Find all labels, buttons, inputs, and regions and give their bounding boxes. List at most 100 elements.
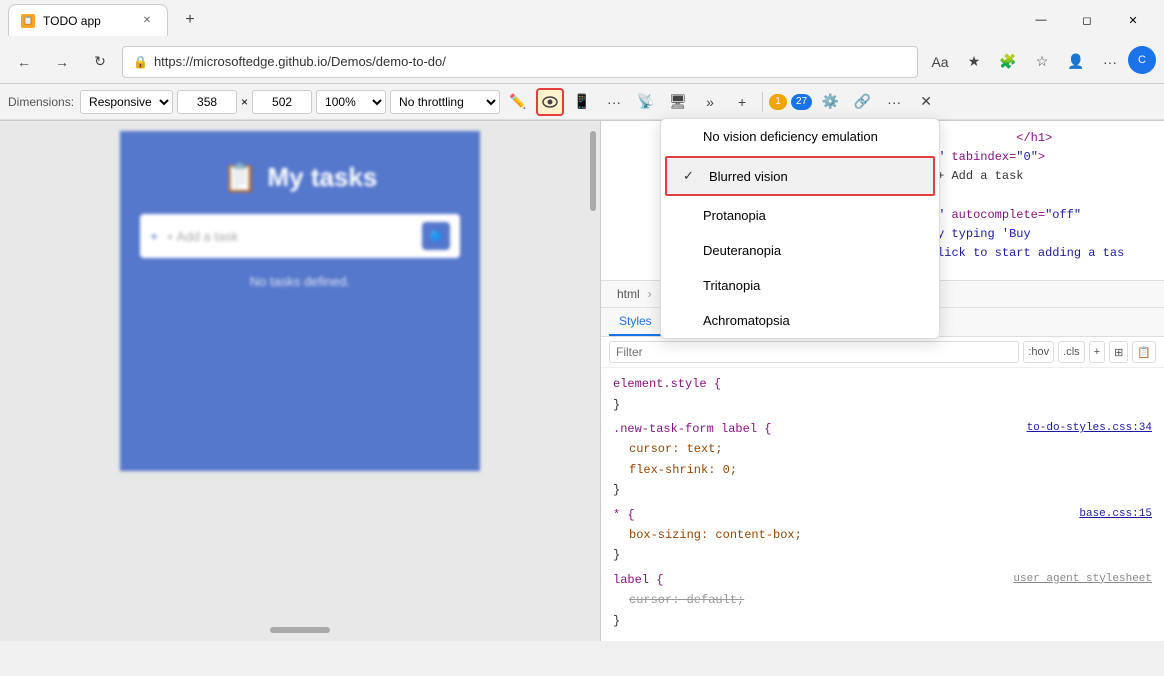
height-input[interactable] xyxy=(252,90,312,114)
vision-item-no-deficiency[interactable]: No vision deficiency emulation xyxy=(661,119,939,154)
broadcast-button[interactable]: 📡 xyxy=(632,88,660,116)
vision-item-blurred[interactable]: ✓ Blurred vision xyxy=(665,156,935,196)
filter-bar: :hov .cls + ⊞ 📋 xyxy=(601,337,1164,368)
address-text: https://microsoftedge.github.io/Demos/de… xyxy=(154,54,446,69)
vision-label-protanopia: Protanopia xyxy=(703,208,923,223)
warning-badge: 1 xyxy=(769,94,787,110)
address-bar: ← → ↻ 🔒 https://microsoftedge.github.io/… xyxy=(0,40,1164,84)
title-bar: 📋 TODO app ✕ + — ◻ ✕ xyxy=(0,0,1164,40)
device-emulation-button[interactable]: 📱 xyxy=(568,88,596,116)
read-aloud-button[interactable]: Aa xyxy=(924,46,956,78)
vision-label-tritanopia: Tritanopia xyxy=(703,278,923,293)
maximize-button[interactable]: ◻ xyxy=(1064,0,1110,40)
new-tab-button[interactable]: + xyxy=(176,6,204,34)
css-prop-flex-shrink: flex-shrink: 0; xyxy=(629,463,737,477)
css-selector-star: * { xyxy=(613,508,635,522)
todo-add-form[interactable]: + + Add a task 🔷 xyxy=(140,214,460,258)
refresh-button[interactable]: ↻ xyxy=(84,46,116,78)
breadcrumb-html[interactable]: html xyxy=(611,285,646,303)
horizontal-scrollbar[interactable] xyxy=(270,627,330,633)
css-close-brace2: } xyxy=(613,483,620,497)
css-close-brace3: } xyxy=(613,548,620,562)
more-tools-button[interactable]: ··· xyxy=(600,88,628,116)
profile-button[interactable]: 👤 xyxy=(1060,46,1092,78)
responsive-select[interactable]: Responsive xyxy=(80,90,173,114)
chevron-right-button[interactable]: » xyxy=(696,88,724,116)
address-input[interactable]: 🔒 https://microsoftedge.github.io/Demos/… xyxy=(122,46,918,78)
customize-button[interactable]: 🔗 xyxy=(848,88,876,116)
forward-button[interactable]: → xyxy=(46,46,78,78)
copy-style-button[interactable]: 📋 xyxy=(1132,341,1156,363)
vision-item-deuteranopia[interactable]: Deuteranopia xyxy=(661,233,939,268)
css-selector: element.style { xyxy=(613,377,721,391)
css-link-base[interactable]: base.css:15 xyxy=(1079,505,1152,524)
hov-button[interactable]: :hov xyxy=(1023,341,1054,363)
cast-button[interactable]: 🖥 xyxy=(664,88,692,116)
browser-viewport: 📋 My tasks + + Add a task 🔷 No tasks def… xyxy=(0,121,600,641)
window-controls: — ◻ ✕ xyxy=(1018,0,1156,40)
css-rule-element-style: element.style { } xyxy=(613,374,1152,415)
lock-icon: 🔒 xyxy=(133,55,148,69)
vision-label-no-deficiency: No vision deficiency emulation xyxy=(703,129,923,144)
width-input[interactable] xyxy=(177,90,237,114)
css-selector-new-task: .new-task-form label { xyxy=(613,422,771,436)
zoom-select[interactable]: 100% xyxy=(316,90,386,114)
check-blurred: ✓ xyxy=(683,168,699,184)
vision-label-achromatopsia: Achromatopsia xyxy=(703,313,923,328)
vision-item-tritanopia[interactable]: Tritanopia xyxy=(661,268,939,303)
separator xyxy=(762,92,763,112)
browser-tab[interactable]: 📋 TODO app ✕ xyxy=(8,4,168,36)
vision-emulation-button[interactable] xyxy=(536,88,564,116)
toggle-computed-button[interactable]: ⊞ xyxy=(1109,341,1128,363)
dimensions-label: Dimensions: xyxy=(8,95,74,109)
close-devtools-button[interactable]: ✕ xyxy=(912,88,940,116)
x-separator: × xyxy=(241,95,248,109)
add-devtools-button[interactable]: + xyxy=(728,88,756,116)
css-rule-label: label { user agent stylesheet cursor: de… xyxy=(613,570,1152,631)
copilot-button[interactable]: C xyxy=(1128,46,1156,74)
css-prop-cursor: cursor: text; xyxy=(629,442,723,456)
css-prop-box-sizing: box-sizing: content-box; xyxy=(629,528,802,542)
vision-dropdown: No vision deficiency emulation ✓ Blurred… xyxy=(660,118,940,339)
minimize-button[interactable]: — xyxy=(1018,0,1064,40)
more-button[interactable]: ··· xyxy=(1094,46,1126,78)
todo-app-icon: 📋 xyxy=(223,161,258,194)
vision-item-protanopia[interactable]: Protanopia xyxy=(661,198,939,233)
overflow-button[interactable]: ··· xyxy=(880,88,908,116)
throttle-select[interactable]: No throttling xyxy=(390,90,500,114)
tab-favicon: 📋 xyxy=(21,14,35,28)
extensions-button[interactable]: 🧩 xyxy=(992,46,1024,78)
todo-header: 📋 My tasks xyxy=(223,161,378,194)
settings-button[interactable]: ⚙️ xyxy=(816,88,844,116)
css-rules: element.style { } .new-task-form label {… xyxy=(601,368,1164,641)
tab-close-button[interactable]: ✕ xyxy=(139,13,155,29)
add-task-label: + Add a task xyxy=(166,229,414,244)
tab-title: TODO app xyxy=(43,14,131,28)
collections-button[interactable]: ☆ xyxy=(1026,46,1058,78)
main-content: 📋 My tasks + + Add a task 🔷 No tasks def… xyxy=(0,121,1164,641)
close-button[interactable]: ✕ xyxy=(1110,0,1156,40)
back-button[interactable]: ← xyxy=(8,46,40,78)
css-selector-label: label { xyxy=(613,573,663,587)
vision-label-deuteranopia: Deuteranopia xyxy=(703,243,923,258)
css-link-todo-styles[interactable]: to-do-styles.css:34 xyxy=(1027,419,1152,438)
css-prop-cursor-default: cursor: default; xyxy=(629,593,744,607)
todo-submit-button[interactable]: 🔷 xyxy=(422,222,450,250)
css-close-brace: } xyxy=(613,398,620,412)
bc-sep1: › xyxy=(648,287,652,301)
vision-item-achromatopsia[interactable]: Achromatopsia xyxy=(661,303,939,338)
css-rule-new-task-form: .new-task-form label { to-do-styles.css:… xyxy=(613,419,1152,501)
add-style-button[interactable]: + xyxy=(1089,341,1105,363)
filter-input[interactable] xyxy=(609,341,1019,363)
todo-app-title: My tasks xyxy=(268,162,378,193)
address-actions: Aa ★ 🧩 ☆ 👤 ··· C xyxy=(924,46,1156,78)
pen-icon-button[interactable]: ✏️ xyxy=(504,88,532,116)
vertical-scrollbar[interactable] xyxy=(590,131,596,211)
viewport-inner: 📋 My tasks + + Add a task 🔷 No tasks def… xyxy=(0,121,600,641)
favorites-button[interactable]: ★ xyxy=(958,46,990,78)
css-link-user-agent: user agent stylesheet xyxy=(1013,570,1152,589)
todo-app: 📋 My tasks + + Add a task 🔷 No tasks def… xyxy=(120,131,480,471)
cls-button[interactable]: .cls xyxy=(1058,341,1085,363)
info-badge: 27 xyxy=(791,94,812,110)
tab-styles[interactable]: Styles xyxy=(609,308,662,336)
